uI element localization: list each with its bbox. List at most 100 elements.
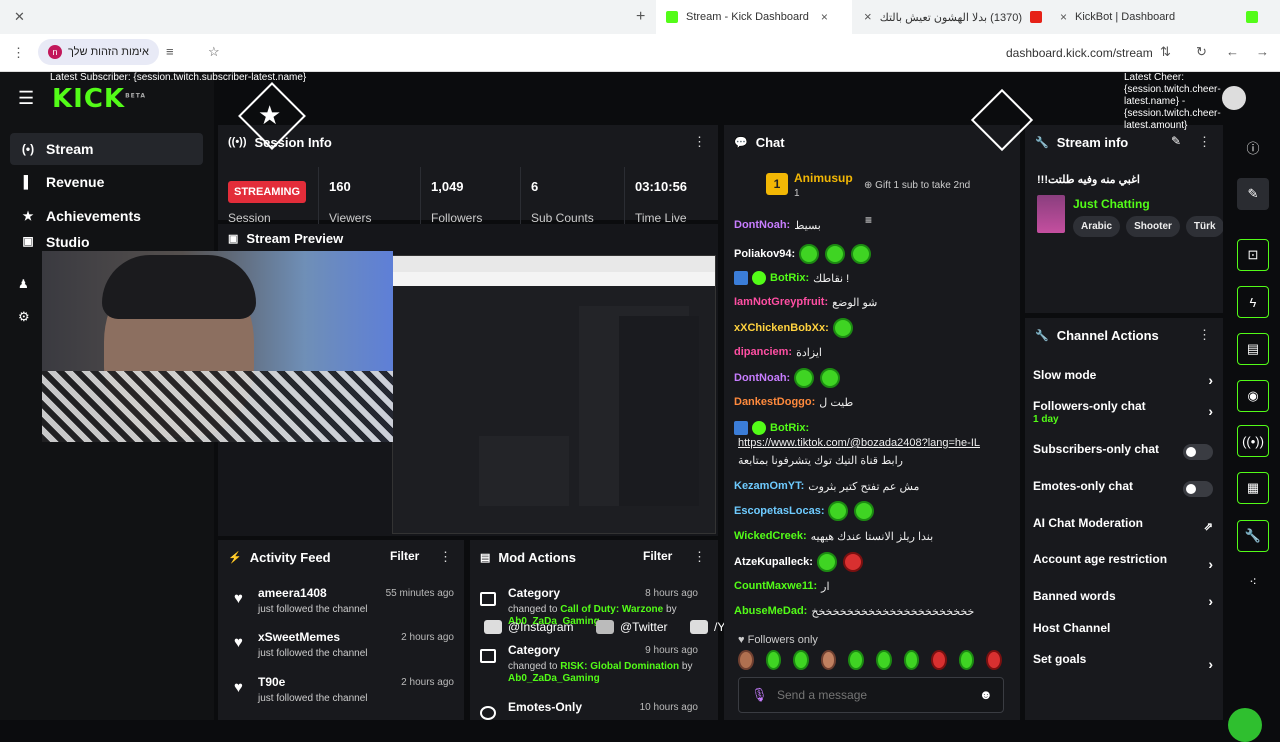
- emote-icon[interactable]: [738, 650, 754, 670]
- followers-only-row[interactable]: Followers-only chat 1 day ›: [1033, 399, 1213, 429]
- chat-username[interactable]: BotRix:: [770, 272, 809, 284]
- more-options-icon[interactable]: ⋮: [693, 549, 706, 565]
- chat-username[interactable]: WickedCreek:: [734, 530, 807, 542]
- info-icon[interactable]: ⓘ: [1237, 131, 1269, 163]
- slow-mode-row[interactable]: Slow mode ›: [1033, 368, 1213, 398]
- activity-text: just followed the channel: [258, 693, 368, 704]
- chat-link[interactable]: https://www.tiktok.com/@bozada2408?lang=…: [738, 434, 1023, 452]
- moderator-name[interactable]: Ab0_ZaDa_Gaming: [508, 673, 600, 684]
- edit-pencil-icon[interactable]: ✎: [1171, 134, 1181, 148]
- emoji-icon[interactable]: ☻: [979, 687, 993, 702]
- chat-username[interactable]: AtzeKupalleck:: [734, 556, 813, 568]
- emote-icon[interactable]: [931, 650, 947, 670]
- forward-icon[interactable]: →: [1256, 44, 1269, 59]
- hamburger-menu-icon[interactable]: ☰: [18, 88, 34, 109]
- host-channel-row[interactable]: Host Channel: [1033, 621, 1213, 651]
- more-options-icon[interactable]: ⋮: [693, 134, 706, 150]
- emote-icon[interactable]: [848, 650, 864, 670]
- filter-button[interactable]: Filter: [643, 549, 672, 563]
- chat-username[interactable]: DontNoah:: [734, 372, 790, 384]
- profile-button[interactable]: n אימות הזהות שלך: [38, 39, 159, 65]
- tab-youtube[interactable]: (1370) بدلا الهشون تعيش بالتك: [858, 0, 1050, 34]
- emote-icon[interactable]: [820, 650, 837, 670]
- emote-icon[interactable]: [903, 650, 920, 670]
- emotes-only-toggle[interactable]: [1183, 481, 1213, 497]
- more-options-icon[interactable]: ⋮: [1198, 327, 1211, 343]
- pinned-gifter-name[interactable]: Animusup: [794, 171, 853, 185]
- chat-username[interactable]: CountMaxwe11:: [734, 580, 817, 592]
- lightning-icon[interactable]: ϟ: [1237, 286, 1269, 318]
- chat-username[interactable]: DankestDoggo:: [734, 396, 815, 408]
- tab-kickbot[interactable]: × KickBot | Dashboard: [1060, 0, 1270, 34]
- emote-icon[interactable]: [986, 650, 1002, 670]
- tag-chip[interactable]: Arabic: [1073, 216, 1121, 237]
- chat-username[interactable]: EscopetasLocas:: [734, 505, 824, 517]
- timestamp: 2 hours ago: [401, 677, 454, 688]
- chat-message-input[interactable]: [777, 684, 967, 706]
- tab-kick-dashboard[interactable]: Stream - Kick Dashboard ×: [656, 0, 852, 34]
- close-icon[interactable]: ×: [821, 10, 828, 24]
- bookmark-star-icon[interactable]: ☆: [208, 44, 220, 60]
- gift-leaderboard-text[interactable]: ⊕ Gift 1 sub to take 2nd: [864, 180, 970, 191]
- set-goals-row[interactable]: Set goals ›: [1033, 652, 1213, 682]
- close-icon[interactable]: ×: [864, 9, 872, 24]
- notes-icon[interactable]: ▤: [1237, 333, 1269, 365]
- username[interactable]: T90e: [258, 675, 285, 689]
- stat-value: 160: [329, 179, 351, 194]
- emote-icon[interactable]: [765, 650, 782, 670]
- microphone-icon[interactable]: 🎙: [751, 687, 768, 703]
- chat-username[interactable]: IamNotGreypfruit:: [734, 296, 828, 308]
- new-tab-button[interactable]: +: [636, 8, 645, 26]
- chat-icon[interactable]: ◉: [1237, 380, 1269, 412]
- chat-username[interactable]: dipanciem:: [734, 346, 792, 358]
- chat-username[interactable]: BotRix:: [770, 422, 809, 434]
- sidebar-item-revenue[interactable]: ▌ Revenue: [10, 166, 203, 198]
- url-field[interactable]: dashboard.kick.com/stream: [1006, 46, 1153, 60]
- emotes-only-row: Emotes-only chat: [1033, 479, 1213, 509]
- chat-username[interactable]: AbuseMeDad:: [734, 605, 807, 617]
- broadcast-icon[interactable]: ((•)): [1237, 425, 1269, 457]
- tag-chip[interactable]: Shooter: [1126, 216, 1180, 237]
- menu-dots-icon[interactable]: ⋮: [12, 45, 25, 61]
- profile-label: אימות הזהות שלך: [68, 46, 149, 58]
- emote-icon[interactable]: [793, 650, 809, 670]
- username[interactable]: xSweetMemes: [258, 630, 340, 644]
- sidebar-item-stream[interactable]: (•) Stream: [10, 133, 203, 165]
- chat-username[interactable]: DontNoah:: [734, 219, 790, 231]
- ai-moderation-row[interactable]: AI Chat Moderation ⇗: [1033, 516, 1213, 546]
- tune-icon[interactable]: ⇅: [1160, 44, 1171, 60]
- reading-list-icon[interactable]: ≡: [166, 44, 174, 59]
- settings-gear-icon[interactable]: ⚙: [18, 309, 30, 325]
- subscribers-only-toggle[interactable]: [1183, 444, 1213, 460]
- sidebar-item-studio[interactable]: ▣ Studio: [10, 234, 203, 252]
- chat-username[interactable]: xXChickenBobXx:: [734, 322, 829, 334]
- more-options-icon[interactable]: ⋮: [439, 549, 452, 565]
- users-icon[interactable]: ♟: [18, 277, 29, 291]
- tag-chip[interactable]: Türk: [1185, 216, 1223, 237]
- camera-icon[interactable]: ⊡: [1237, 239, 1269, 271]
- filter-button[interactable]: Filter: [390, 549, 419, 563]
- subscribers-only-row: Subscribers-only chat: [1033, 442, 1213, 472]
- banned-words-row[interactable]: Banned words ›: [1033, 589, 1213, 619]
- apps-icon[interactable]: ⁖: [1237, 566, 1269, 598]
- emote-icon[interactable]: [958, 650, 975, 670]
- username[interactable]: ameera1408: [258, 586, 327, 600]
- edit-icon[interactable]: ✎: [1237, 178, 1269, 210]
- chat-username[interactable]: Poliakov94:: [734, 248, 795, 260]
- panel-header: ▤ Mod Actions: [470, 540, 718, 574]
- reload-icon[interactable]: ↻: [1196, 44, 1207, 60]
- chat-username[interactable]: KezamOmYT:: [734, 480, 804, 492]
- account-age-row[interactable]: Account age restriction ›: [1033, 552, 1213, 582]
- kick-logo[interactable]: KICKBETA: [52, 84, 146, 114]
- emote-icon[interactable]: [875, 650, 892, 670]
- more-options-icon[interactable]: ⋮: [1198, 134, 1211, 150]
- layout-icon[interactable]: ▦: [1237, 472, 1269, 504]
- close-icon[interactable]: ×: [1060, 10, 1067, 24]
- back-icon[interactable]: ←: [1226, 44, 1239, 59]
- list-item: ♥ T90e just followed the channel 2 hours…: [234, 675, 454, 715]
- sidebar-item-achievements[interactable]: ★ Achievements: [10, 200, 203, 232]
- category-link[interactable]: Just Chatting: [1073, 197, 1150, 211]
- preview-video[interactable]: [392, 255, 716, 534]
- close-icon[interactable]: ✕: [14, 9, 25, 25]
- wrench-icon[interactable]: 🔧: [1237, 520, 1269, 552]
